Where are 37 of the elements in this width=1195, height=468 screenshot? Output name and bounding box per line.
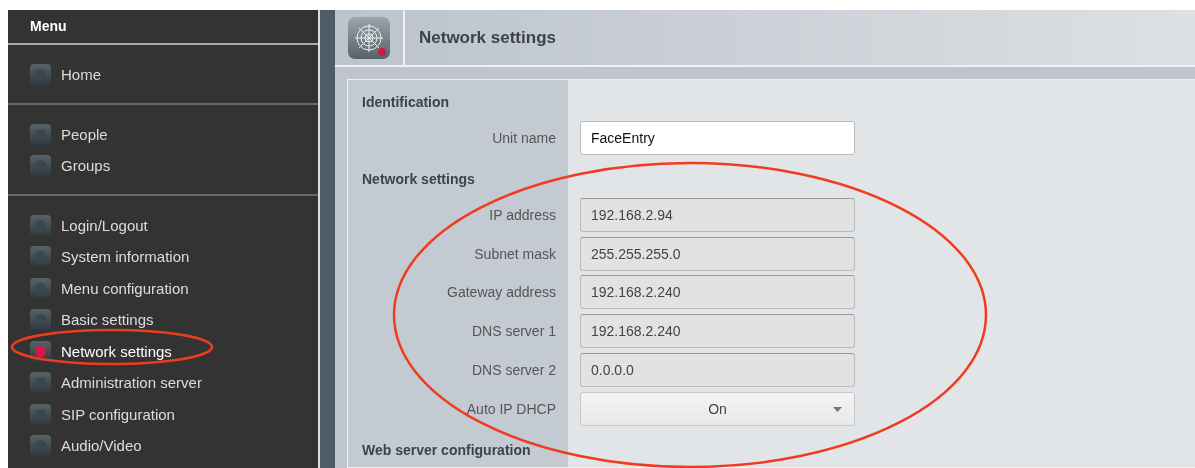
- menu-item[interactable]: Audio/Video: [8, 430, 318, 462]
- section-heading: Identification: [361, 93, 451, 112]
- page-title: Network settings: [418, 27, 556, 48]
- menu-item[interactable]: Menu configuration: [8, 272, 318, 304]
- caret-icon: [833, 406, 842, 412]
- field-label: DNS server 2: [471, 361, 556, 378]
- field-label: DNS server 1: [471, 323, 556, 340]
- menu-item[interactable]: Administration server: [8, 367, 318, 399]
- field-label: Subnet mask: [474, 245, 556, 262]
- status-light-icon: [30, 403, 51, 425]
- status-light-icon: [30, 246, 51, 268]
- status-light-icon: [30, 123, 51, 145]
- menu-title: Menu: [8, 10, 318, 45]
- status-light-icon: [30, 64, 51, 86]
- menu-item[interactable]: System information: [8, 241, 318, 273]
- menu-item[interactable]: People: [8, 118, 318, 150]
- menu-item[interactable]: Login/Logout: [8, 209, 318, 241]
- dropdown[interactable]: On: [580, 391, 855, 426]
- field-label: Auto IP DHCP: [466, 400, 556, 417]
- status-light-icon: [30, 435, 51, 457]
- field-label: Gateway address: [447, 284, 556, 301]
- status-light-icon: [30, 309, 51, 331]
- text-field[interactable]: FaceEntry: [580, 120, 855, 155]
- status-light-icon: [30, 372, 51, 394]
- menu-item[interactable]: Basic settings: [8, 304, 318, 336]
- status-light-icon: [30, 214, 51, 236]
- menu-item[interactable]: Groups: [8, 150, 318, 182]
- field-label: Unit name: [492, 129, 556, 146]
- menu-item[interactable]: Home: [8, 59, 318, 91]
- web-icon: [347, 15, 391, 60]
- field-label: IP address: [489, 207, 556, 224]
- menu-item[interactable]: SIP configuration: [8, 398, 318, 430]
- status-light-icon: [30, 155, 51, 177]
- menu-item[interactable]: Network settings: [8, 335, 318, 367]
- status-light-icon: [30, 277, 51, 299]
- section-heading: Network settings: [361, 170, 476, 190]
- section-heading: Web server configuration: [361, 441, 532, 461]
